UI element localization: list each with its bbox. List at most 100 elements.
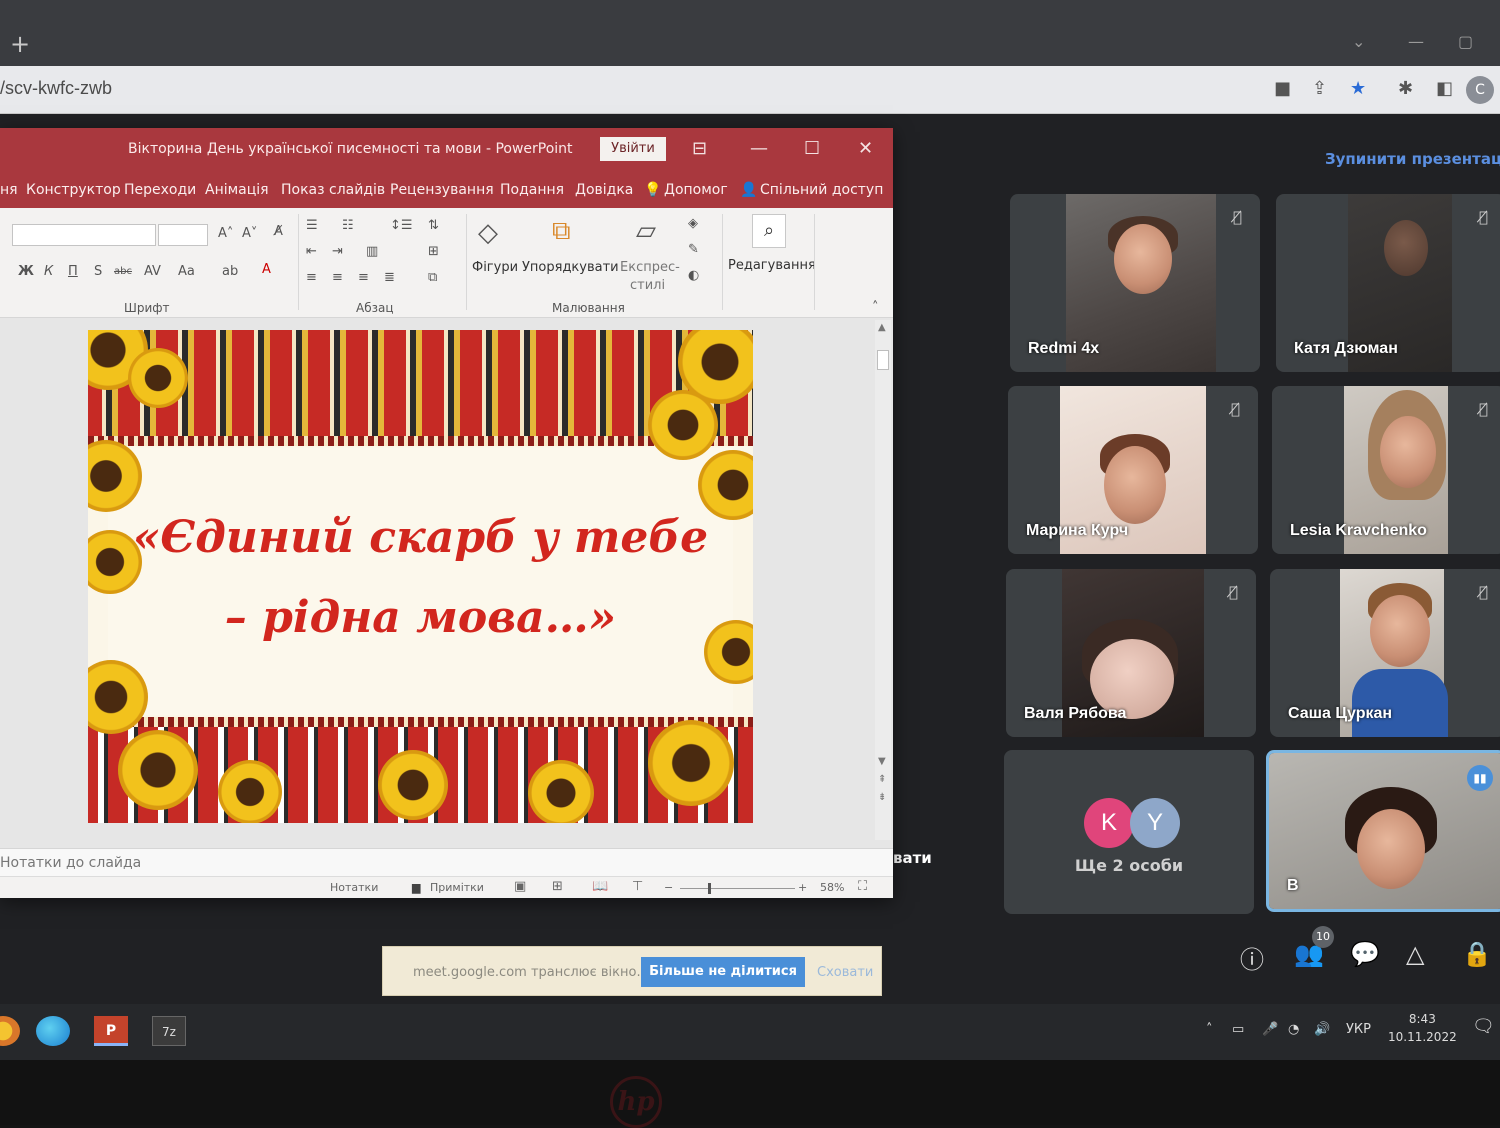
vertical-scrollbar[interactable]: ▲ ▼ ⇞ ⇟ (875, 320, 891, 840)
search-icon[interactable]: ⌕ (752, 214, 786, 248)
clock[interactable]: 8:43 10.11.2022 (1388, 1010, 1457, 1046)
participant-tile[interactable]: 🎙̸ Саша Цуркан (1270, 569, 1500, 737)
comments-button[interactable]: Примітки (430, 881, 484, 894)
zoom-slider-thumb[interactable] (708, 883, 711, 894)
shapes-icon[interactable]: ◇ (478, 218, 498, 248)
grow-font-icon[interactable]: A˄ (218, 226, 233, 241)
numbering-icon[interactable]: ☷ (342, 218, 354, 233)
participant-tile[interactable]: 🎙̸ Валя Рябова (1006, 569, 1256, 737)
chrome-app-icon[interactable] (0, 1016, 20, 1046)
slideshow-icon[interactable]: ⊤ (632, 879, 643, 894)
font-color-icon[interactable]: A (262, 262, 271, 277)
ribbon-display-icon[interactable]: ⊟ (692, 138, 707, 159)
side-panel-icon[interactable]: ◧ (1436, 78, 1453, 99)
normal-view-icon[interactable]: ▣ (514, 879, 526, 894)
new-tab-button[interactable]: + (10, 30, 30, 58)
zoom-slider-track[interactable] (680, 888, 795, 889)
reading-view-icon[interactable]: 📖 (592, 879, 608, 894)
self-view-tile[interactable]: ▮▮ В (1266, 750, 1500, 912)
notes-pane[interactable]: Нотатки до слайда (0, 848, 893, 876)
host-controls-icon[interactable]: 🔒 (1462, 940, 1492, 968)
arrange-button[interactable]: Упорядкувати (522, 260, 619, 275)
restore-icon[interactable]: ▢ (1458, 32, 1473, 51)
change-case-icon[interactable]: Aa (178, 264, 195, 279)
volume-icon[interactable]: 🔊 (1314, 1022, 1330, 1037)
tab-design[interactable]: Конструктор (26, 182, 121, 198)
stop-presenting-link[interactable]: Зупинити презентацію (1325, 150, 1500, 168)
quick-styles-button[interactable]: Експрес- (620, 260, 680, 275)
tab-share[interactable]: Спільний доступ (760, 182, 883, 198)
share-icon[interactable]: ⇪ (1312, 78, 1327, 99)
align-text-icon[interactable]: ⊞ (428, 244, 439, 259)
notifications-icon[interactable]: 🗨 (1472, 1016, 1495, 1037)
activities-icon[interactable]: △ (1406, 940, 1424, 968)
wifi-icon[interactable]: ◔ (1288, 1022, 1299, 1037)
extensions-icon[interactable]: ✱ (1398, 78, 1413, 99)
profile-avatar[interactable]: C (1466, 76, 1494, 104)
columns-icon[interactable]: ▥ (366, 244, 378, 259)
bookmark-star-icon[interactable]: ★ (1350, 78, 1366, 99)
edge-app-icon[interactable] (36, 1016, 70, 1046)
smartart-icon[interactable]: ⧉ (428, 270, 437, 285)
shape-fill-icon[interactable]: ◈ (688, 216, 698, 231)
increase-indent-icon[interactable]: ⇥ (332, 244, 343, 259)
participant-tile[interactable]: 🎙̸ Марина Курч (1008, 386, 1258, 554)
bullets-icon[interactable]: ☰ (306, 218, 318, 233)
close-icon[interactable]: ✕ (858, 138, 873, 159)
mic-icon[interactable]: 🎤 (1262, 1022, 1278, 1037)
editing-button[interactable]: Редагування (728, 258, 816, 273)
tab-insert[interactable]: ня (0, 182, 18, 198)
maximize-icon[interactable]: ☐ (804, 138, 820, 159)
zoom-out-icon[interactable]: − (664, 881, 673, 894)
next-slide-icon[interactable]: ⇟ (878, 792, 886, 803)
collapse-ribbon-icon[interactable]: ˄ (872, 300, 879, 315)
camera-icon[interactable]: ■ (1274, 78, 1291, 99)
shape-outline-icon[interactable]: ✎ (688, 242, 699, 257)
strikethrough-icon[interactable]: abc (114, 266, 132, 277)
zoom-in-icon[interactable]: + (798, 881, 807, 894)
quick-styles-icon[interactable]: ▱ (636, 216, 656, 246)
tab-slideshow[interactable]: Показ слайдів (281, 182, 385, 198)
underline-icon[interactable]: П (68, 264, 78, 279)
tab-tell-me[interactable]: Допомог (664, 182, 728, 198)
highlight-icon[interactable]: ab (222, 264, 238, 279)
scroll-down-icon[interactable]: ▼ (878, 756, 886, 767)
fit-to-window-icon[interactable]: ⛶ (858, 879, 867, 894)
more-participants-tile[interactable]: K Y Ще 2 особи (1004, 750, 1254, 914)
scroll-thumb[interactable] (877, 350, 889, 370)
current-slide[interactable]: «Єдиний скарб у тебе – рідна мова…» (88, 330, 753, 823)
url-field[interactable]: /scv-kwfc-zwb (0, 78, 112, 99)
font-size-select[interactable] (158, 224, 208, 246)
shrink-font-icon[interactable]: A˅ (242, 226, 257, 241)
shadow-icon[interactable]: S (94, 264, 102, 279)
align-left-icon[interactable]: ≡ (306, 270, 317, 285)
chat-icon[interactable]: 💬 (1350, 940, 1380, 968)
align-center-icon[interactable]: ≡ (332, 270, 343, 285)
stop-sharing-button[interactable]: Більше не ділитися (641, 957, 805, 987)
previous-slide-icon[interactable]: ⇞ (878, 774, 886, 785)
tab-transitions[interactable]: Переходи (124, 182, 196, 198)
tab-review[interactable]: Рецензування (390, 182, 494, 198)
scroll-up-icon[interactable]: ▲ (878, 322, 886, 333)
tab-search-icon[interactable]: ⌄ (1352, 32, 1365, 51)
zoom-level[interactable]: 58% (820, 881, 844, 894)
text-direction-icon[interactable]: ⇅ (428, 218, 439, 233)
info-icon[interactable]: ⓘ (1240, 940, 1264, 975)
hide-button[interactable]: Сховати (817, 965, 873, 980)
minimize-icon[interactable]: — (750, 138, 768, 159)
align-right-icon[interactable]: ≡ (358, 270, 369, 285)
arrange-icon[interactable]: ⧉ (552, 216, 571, 247)
slide-sorter-icon[interactable]: ⊞ (552, 879, 563, 894)
notes-button[interactable]: Нотатки (330, 881, 378, 894)
powerpoint-app-icon[interactable]: P (94, 1016, 128, 1046)
sign-in-button[interactable]: Увійти (600, 137, 666, 161)
font-name-select[interactable] (12, 224, 156, 246)
line-spacing-icon[interactable]: ↕☰ (390, 218, 413, 233)
minimize-icon[interactable]: — (1408, 32, 1424, 51)
shapes-button[interactable]: Фігури (472, 260, 518, 275)
input-language[interactable]: УКР (1346, 1022, 1371, 1037)
participant-tile[interactable]: 🎙̸ Катя Дзюман (1276, 194, 1500, 372)
participant-tile[interactable]: 🎙̸ Lesia Kravchenko (1272, 386, 1500, 554)
tab-animations[interactable]: Анімація (205, 182, 269, 198)
tab-help[interactable]: Довідка (575, 182, 633, 198)
